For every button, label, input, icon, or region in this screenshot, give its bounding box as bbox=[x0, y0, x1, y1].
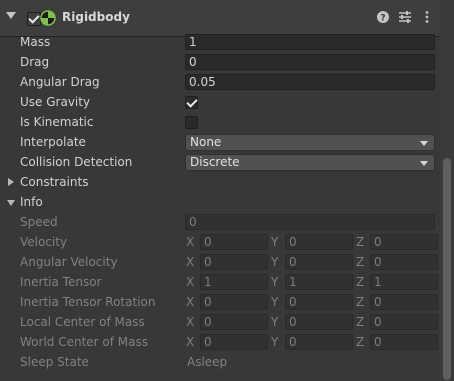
local-center-of-mass-row: Local Center of Mass X0 Y0 Z0 bbox=[0, 313, 440, 333]
drag-field[interactable]: 0 bbox=[185, 54, 435, 70]
world-center-of-mass-label: World Center of Mass bbox=[20, 335, 148, 349]
foldout-expanded-icon bbox=[7, 200, 15, 206]
collision-detection-row: Collision Detection Discrete bbox=[0, 153, 440, 173]
local-center-of-mass-label: Local Center of Mass bbox=[20, 315, 145, 329]
velocity-label: Velocity bbox=[20, 235, 68, 249]
is-kinematic-label: Is Kinematic bbox=[20, 115, 94, 129]
collision-detection-label: Collision Detection bbox=[20, 155, 133, 169]
chevron-down-icon bbox=[420, 141, 428, 146]
fold-arrow-icon[interactable] bbox=[6, 12, 16, 19]
drag-row: Drag 0 bbox=[0, 53, 440, 73]
info-foldout[interactable]: Info bbox=[0, 193, 440, 213]
angular-drag-field[interactable]: 0.05 bbox=[185, 74, 435, 90]
rigidbody-icon bbox=[40, 10, 56, 26]
inertia-tensor-label: Inertia Tensor bbox=[20, 275, 102, 289]
preset-icon[interactable] bbox=[398, 10, 412, 24]
context-menu-icon[interactable] bbox=[420, 10, 434, 24]
world-center-of-mass-row: World Center of Mass X0 Y0 Z0 bbox=[0, 333, 440, 353]
velocity-row: Velocity X0 Y0 Z0 bbox=[0, 233, 440, 253]
is-kinematic-row: Is Kinematic bbox=[0, 113, 440, 133]
drag-label: Drag bbox=[20, 55, 50, 69]
vertical-scrollbar[interactable] bbox=[440, 0, 454, 381]
svg-text:?: ? bbox=[380, 14, 385, 24]
sleep-state-row: Sleep State Asleep bbox=[0, 353, 440, 373]
use-gravity-label: Use Gravity bbox=[20, 95, 91, 109]
angular-drag-label: Angular Drag bbox=[20, 75, 100, 89]
is-kinematic-checkbox[interactable] bbox=[185, 116, 198, 129]
mass-field[interactable]: 1 bbox=[185, 34, 435, 50]
use-gravity-checkbox[interactable] bbox=[185, 96, 198, 109]
speed-label: Speed bbox=[20, 215, 58, 229]
sleep-state-label: Sleep State bbox=[20, 355, 89, 369]
collision-detection-dropdown[interactable]: Discrete bbox=[185, 154, 435, 171]
collision-detection-value: Discrete bbox=[190, 155, 240, 169]
component-title: Rigidbody bbox=[62, 10, 130, 24]
constraints-label: Constraints bbox=[20, 175, 89, 189]
constraints-foldout[interactable]: Constraints bbox=[0, 173, 440, 193]
angular-drag-row: Angular Drag 0.05 bbox=[0, 73, 440, 93]
inertia-tensor-rotation-label: Inertia Tensor Rotation bbox=[20, 295, 156, 309]
info-label: Info bbox=[20, 195, 43, 209]
component-header: Rigidbody ? bbox=[0, 0, 440, 37]
foldout-collapsed-icon bbox=[8, 178, 14, 186]
angular-velocity-row: Angular Velocity X0 Y0 Z0 bbox=[0, 253, 440, 273]
mass-row: Mass 1 bbox=[0, 33, 440, 53]
interpolate-label: Interpolate bbox=[20, 135, 86, 149]
inertia-tensor-row: Inertia Tensor X1 Y1 Z1 bbox=[0, 273, 440, 293]
component-enabled-checkbox[interactable] bbox=[27, 12, 41, 26]
speed-field: 0 bbox=[185, 214, 435, 230]
interpolate-row: Interpolate None bbox=[0, 133, 440, 153]
interpolate-value: None bbox=[190, 135, 222, 149]
sleep-state-value: Asleep bbox=[187, 355, 228, 369]
speed-row: Speed 0 bbox=[0, 213, 440, 233]
scrollbar-thumb[interactable] bbox=[443, 158, 451, 380]
chevron-down-icon bbox=[420, 161, 428, 166]
mass-label: Mass bbox=[20, 35, 51, 49]
angular-velocity-label: Angular Velocity bbox=[20, 255, 118, 269]
inertia-tensor-rotation-row: Inertia Tensor Rotation X0 Y0 Z0 bbox=[0, 293, 440, 313]
help-icon[interactable]: ? bbox=[376, 10, 390, 24]
use-gravity-row: Use Gravity bbox=[0, 93, 440, 113]
interpolate-dropdown[interactable]: None bbox=[185, 134, 435, 151]
header-icons: ? bbox=[376, 10, 434, 24]
